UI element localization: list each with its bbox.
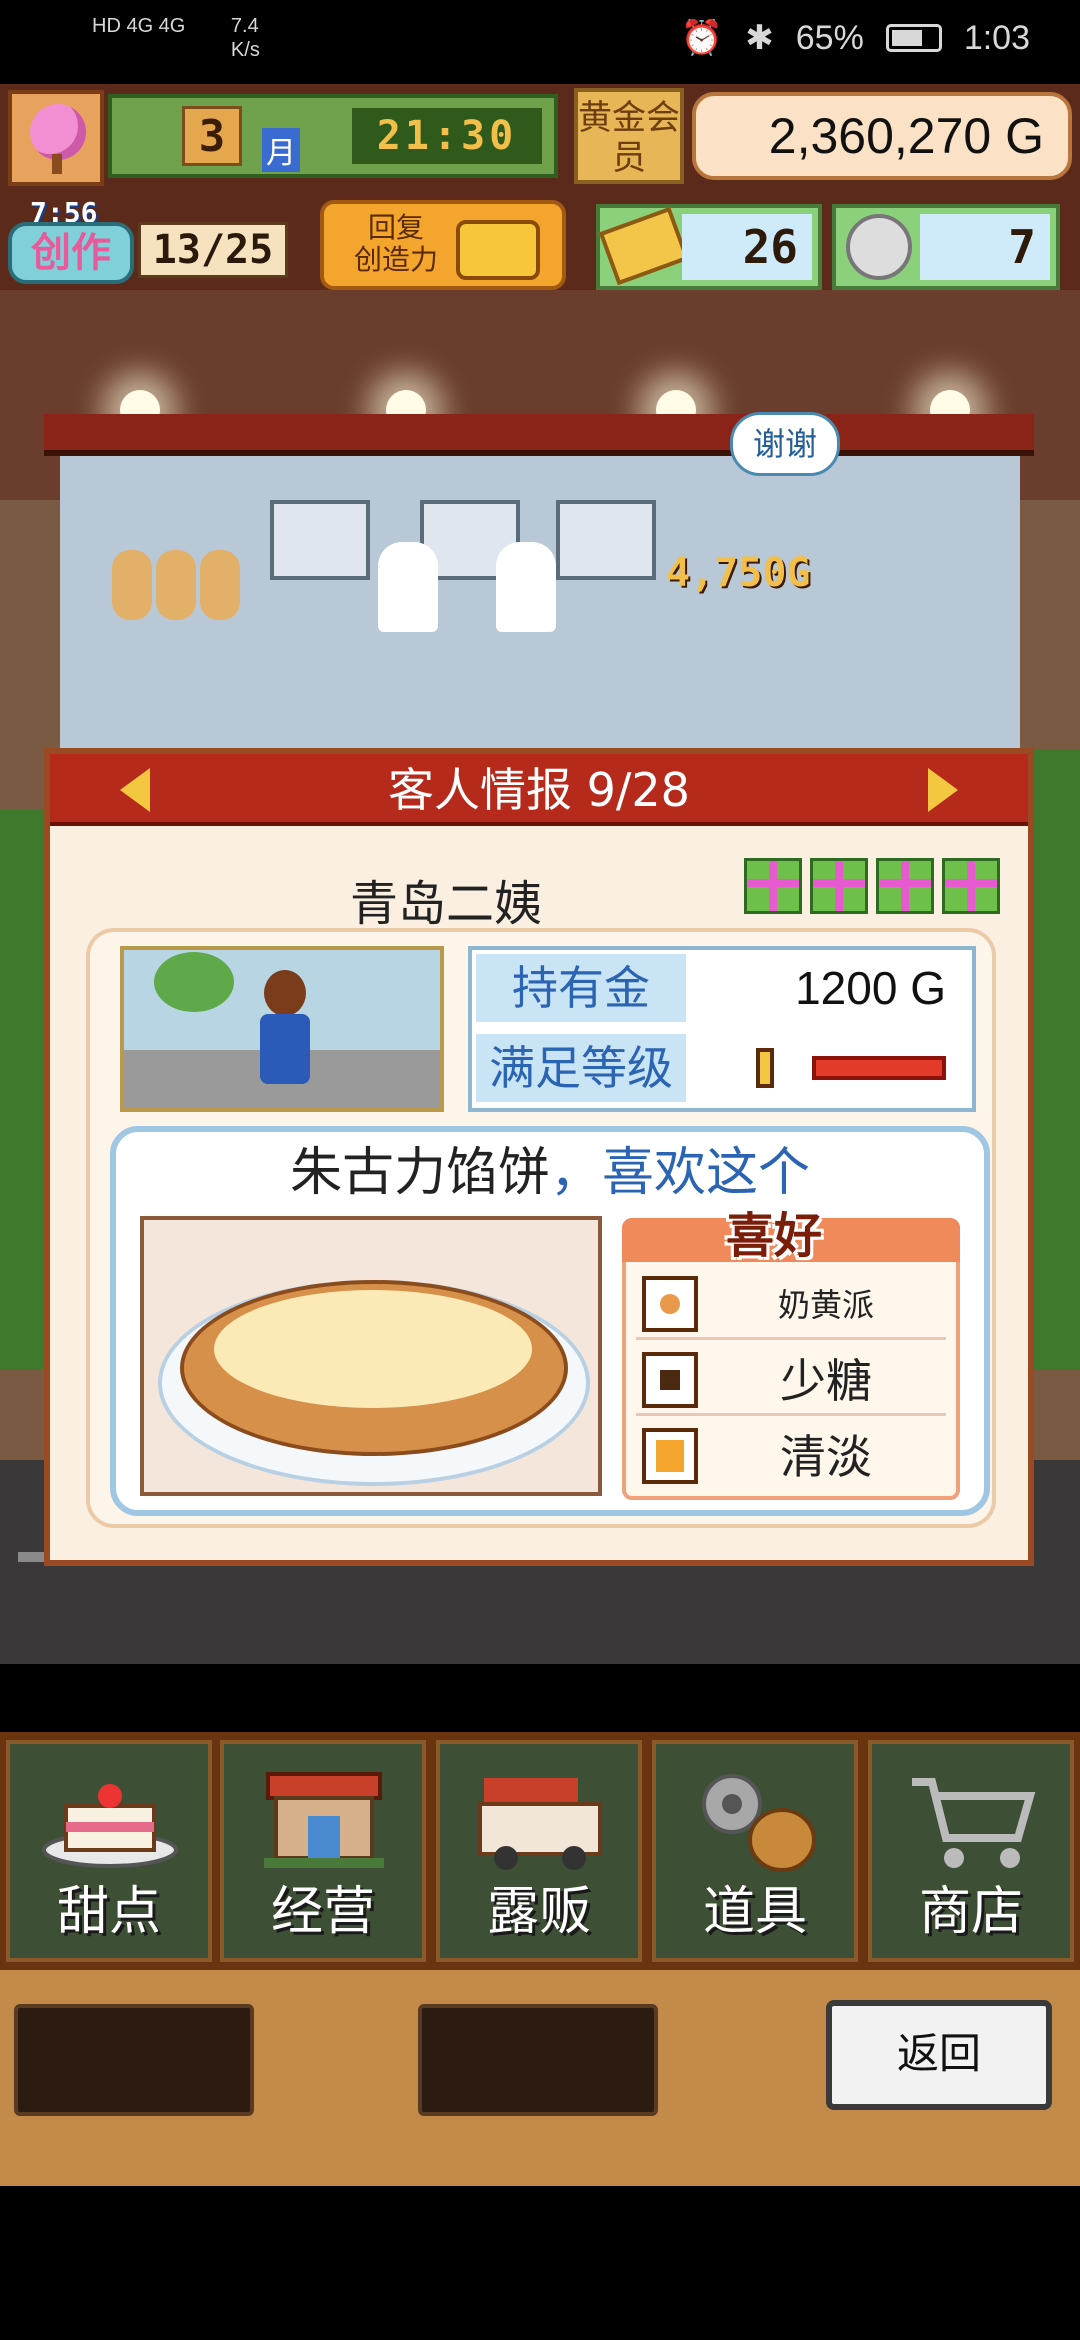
money-label: 持有金 [476, 954, 686, 1022]
nav-business-label: 经营 [270, 1882, 375, 1942]
back-button[interactable]: 返回 [826, 2000, 1052, 2110]
nav-store-label: 商店 [918, 1882, 1023, 1942]
creation-widget[interactable]: 7:56 创作 13/25 [8, 196, 288, 284]
hud-top-bar: 3 月 21:30 黄金会员 2,360,270 G [0, 84, 1080, 190]
game-clock: 21:30 [352, 108, 542, 164]
gift-icon [744, 858, 802, 914]
tree-icon [1030, 750, 1080, 1370]
alarm-icon: ⏰ [680, 19, 724, 57]
coin-count: 7 [920, 214, 1050, 280]
chef-character [378, 542, 438, 632]
network-indicator: HD 4G 4G 7.4 K/s [92, 14, 260, 62]
dessert-image [140, 1216, 602, 1496]
battery-icon [885, 24, 942, 52]
tree-avatar-button[interactable] [8, 90, 104, 186]
tools-icon [702, 1774, 816, 1872]
hud-second-bar: 7:56 创作 13/25 回复 创造力 26 7 [0, 190, 1080, 290]
gold-member-label: 黄金会员 [578, 98, 680, 178]
bread-icon [112, 550, 152, 620]
shop-icon [264, 1772, 384, 1868]
food-truck-icon [478, 1778, 602, 1870]
favorite-item: 朱古力馅饼 [289, 1143, 550, 1203]
satisfaction-pip [756, 1048, 774, 1088]
panel-header: 客人情报 9/28 [50, 754, 1028, 826]
preference-label: 清淡 [780, 1430, 872, 1484]
tv-icon [456, 220, 540, 280]
preferences-title: 喜好 [726, 1208, 823, 1264]
tree-icon [30, 104, 86, 160]
cart-icon [912, 1778, 1036, 1868]
gift-icon [942, 858, 1000, 914]
panel-title: 客人情报 9/28 [388, 763, 690, 817]
preference-label: 少糖 [780, 1354, 872, 1408]
preferences-box: 喜好 奶黄派 少糖 清淡 [622, 1208, 960, 1500]
sugar-icon [642, 1352, 698, 1408]
nav-tools-label: 道具 [702, 1882, 807, 1942]
satisfaction-label: 满足等级 [476, 1034, 686, 1102]
creation-count: 13/25 [138, 222, 288, 278]
light-flavor-icon [642, 1428, 698, 1484]
ticket-count: 26 [682, 214, 812, 280]
next-customer-arrow-icon[interactable] [928, 768, 958, 812]
pie-icon [642, 1276, 698, 1332]
creation-label: 创作 [8, 222, 134, 284]
customer-info-panel: 客人情报 9/28 青岛二姨 持有金 1200 G 满足等级 朱古力馅饼，喜欢这… [44, 748, 1034, 1566]
battery-percent: 65% [795, 18, 864, 57]
clock-time: 1:03 [963, 18, 1030, 57]
game-screen: 3 月 21:30 黄金会员 2,360,270 G 7:56 创作 13/25… [0, 84, 1080, 1664]
satisfaction-bar [812, 1056, 946, 1080]
nav-business-button[interactable]: 经营 [220, 1740, 426, 1962]
earning-popup: 4,750G [666, 550, 811, 596]
favorite-dessert-box: 朱古力馅饼，喜欢这个 喜好 奶黄派 少糖 清淡 [110, 1126, 990, 1516]
date-time-panel: 3 月 21:30 [108, 94, 558, 178]
satisfaction-row: 满足等级 [472, 1030, 972, 1106]
customer-portrait [120, 946, 444, 1112]
customer-stats: 持有金 1200 G 满足等级 [468, 946, 976, 1112]
gift-icon [876, 858, 934, 914]
gold-member-badge[interactable]: 黄金会员 [574, 88, 684, 184]
preference-row: 少糖 [636, 1346, 946, 1416]
oven-icon [556, 500, 656, 580]
ticket-counter[interactable]: 26 [596, 204, 822, 290]
oven-icon [270, 500, 370, 580]
restore-label: 回复 创造力 [354, 211, 439, 276]
favorite-line: 朱古力馅饼，喜欢这个 [116, 1138, 984, 1208]
status-bar: HD 4G 4G 7.4 K/s ⏰ ✱ 65% 1:03 [0, 0, 1080, 84]
chef-character [496, 542, 556, 632]
preference-row: 清淡 [636, 1422, 946, 1492]
money-row: 持有金 1200 G [472, 950, 972, 1026]
customer-details-frame: 持有金 1200 G 满足等级 朱古力馅饼，喜欢这个 喜好 奶黄派 少糖 清淡 [86, 928, 996, 1528]
nav-dessert-label: 甜点 [56, 1882, 161, 1942]
nav-stall-label: 露贩 [486, 1882, 591, 1942]
coin-counter[interactable]: 7 [832, 204, 1060, 290]
preference-row: 奶黄派 [636, 1270, 946, 1340]
thanks-bubble: 谢谢 [730, 412, 840, 476]
money-display: 2,360,270 G [692, 92, 1072, 180]
customer-name: 青岛二姨 [350, 876, 543, 932]
gift-icon [810, 858, 868, 914]
empty-slot [14, 2004, 254, 2116]
bread-icon [156, 550, 196, 620]
empty-slot [418, 2004, 658, 2116]
nav-dessert-button[interactable]: 甜点 [6, 1740, 212, 1962]
network-speed: 7.4 K/s [230, 15, 260, 61]
favorite-tail: ，喜欢这个 [550, 1143, 811, 1203]
bread-icon [200, 550, 240, 620]
month-label: 月 [262, 128, 300, 172]
bottom-nav: 甜点 经营 露贩 道具 商店 [0, 1732, 1080, 1970]
bottom-action-bar: 返回 [0, 1970, 1080, 2186]
nav-store-button[interactable]: 商店 [868, 1740, 1074, 1962]
bluetooth-icon: ✱ [745, 19, 774, 57]
money-value: 1200 G [795, 962, 946, 1014]
gift-rating [744, 858, 1000, 914]
month-value: 3 [182, 106, 242, 166]
cake-icon [42, 1784, 178, 1868]
nav-tools-button[interactable]: 道具 [652, 1740, 858, 1962]
network-label: HD 4G 4G [92, 15, 186, 37]
coin-icon [846, 214, 912, 280]
nav-stall-button[interactable]: 露贩 [436, 1740, 642, 1962]
restore-creativity-button[interactable]: 回复 创造力 [320, 200, 566, 290]
preference-label: 奶黄派 [777, 1286, 874, 1324]
ticket-icon [598, 206, 690, 286]
